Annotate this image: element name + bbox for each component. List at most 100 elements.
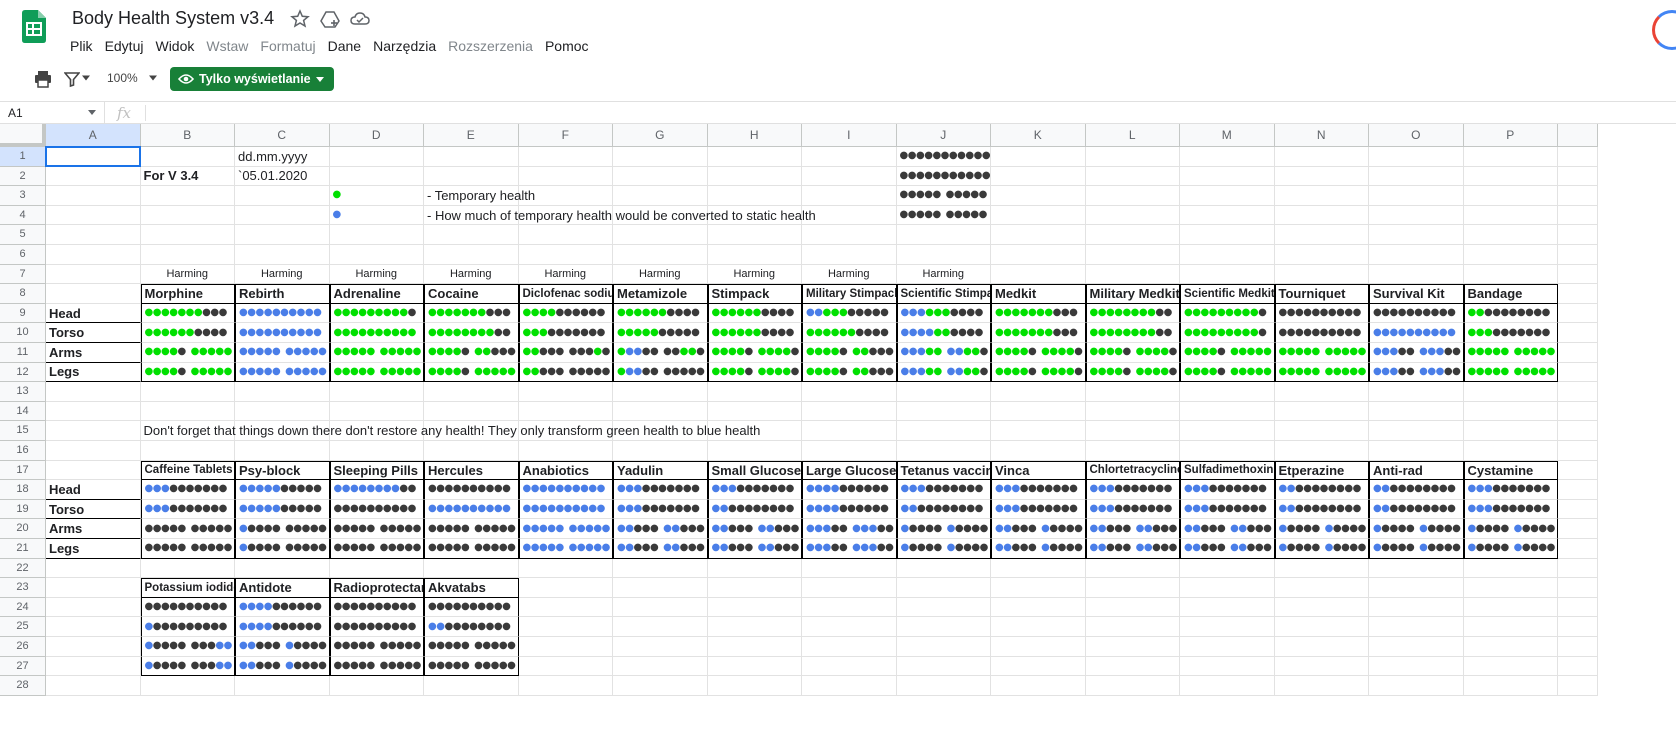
cell-p23[interactable]: [1463, 578, 1558, 598]
cell-a26[interactable]: [46, 637, 141, 657]
cell-q6[interactable]: [1558, 245, 1598, 265]
cell-j15[interactable]: [896, 421, 991, 441]
item-header[interactable]: Sulfadimethoxine: [1180, 460, 1275, 481]
item-header[interactable]: Sleeping Pills: [329, 460, 424, 481]
cell-m21[interactable]: ●●●●● ●●●●●: [1180, 539, 1275, 559]
cell-a24[interactable]: [46, 597, 141, 618]
sheets-logo-icon[interactable]: [22, 10, 46, 43]
cell-k11[interactable]: ●●●●● ●●●●●: [991, 343, 1086, 363]
cell-i5[interactable]: [802, 225, 897, 245]
cell-n5[interactable]: [1274, 225, 1369, 245]
cell-f10[interactable]: ●●●●●●●●●●: [518, 323, 613, 343]
cell-d14[interactable]: [329, 401, 424, 422]
item-header[interactable]: Hercules: [424, 460, 519, 481]
cell-h26[interactable]: [707, 637, 802, 657]
cell-h13[interactable]: [707, 382, 802, 402]
cell-o13[interactable]: [1369, 382, 1464, 402]
cell-a2[interactable]: [46, 166, 141, 187]
cell-b16[interactable]: [140, 441, 235, 461]
cell-o15[interactable]: [1369, 421, 1464, 441]
cell-o11[interactable]: ●●●●● ●●●●●: [1369, 343, 1464, 363]
body-part-label[interactable]: Torso: [46, 323, 141, 343]
cell-j3[interactable]: ●●●●● ●●●●●: [896, 186, 991, 206]
cell-g3[interactable]: [613, 186, 708, 206]
cell-a17[interactable]: [46, 460, 141, 481]
cell-m1[interactable]: [1180, 147, 1275, 167]
cell-p16[interactable]: [1463, 441, 1558, 461]
item-header[interactable]: Morphine: [140, 284, 235, 304]
cell-b24[interactable]: ●●●●●●●●●●: [140, 597, 235, 618]
cell-o2[interactable]: [1369, 166, 1464, 187]
cell-l25[interactable]: [1085, 617, 1180, 637]
cell-p6[interactable]: [1463, 245, 1558, 265]
item-header[interactable]: Anabiotics: [518, 460, 613, 481]
cell-i25[interactable]: [802, 617, 897, 637]
cell-g26[interactable]: [613, 637, 708, 657]
cell-f16[interactable]: [518, 441, 613, 461]
cell-c13[interactable]: [235, 382, 330, 402]
item-header[interactable]: Rebirth: [235, 284, 330, 304]
cell-a6[interactable]: [46, 245, 141, 265]
cell-g12[interactable]: ●●●●● ●●●●●: [613, 362, 708, 383]
cell-h1[interactable]: [707, 147, 802, 167]
row-header-1[interactable]: 1: [0, 147, 46, 167]
star-icon[interactable]: [290, 9, 310, 29]
cell-j23[interactable]: [896, 578, 991, 598]
cell-l6[interactable]: [1085, 245, 1180, 265]
cell-b12[interactable]: ●●●●● ●●●●●: [140, 362, 235, 383]
column-header-e[interactable]: E: [424, 124, 519, 147]
cell-i24[interactable]: [802, 597, 897, 618]
cell-h12[interactable]: ●●●●● ●●●●●: [707, 362, 802, 383]
cell-g23[interactable]: [613, 578, 708, 598]
cell-g28[interactable]: [613, 676, 708, 696]
cell-n22[interactable]: [1274, 558, 1369, 579]
cell-a1[interactable]: [46, 147, 141, 167]
cell-i10[interactable]: ●●●●●●●●●●: [802, 323, 897, 343]
cell-n11[interactable]: ●●●●● ●●●●●: [1274, 343, 1369, 363]
cell-q26[interactable]: [1558, 637, 1598, 657]
cell-q18[interactable]: [1558, 480, 1598, 500]
cell-o5[interactable]: [1369, 225, 1464, 245]
cell-n10[interactable]: ●●●●●●●●●●: [1274, 323, 1369, 343]
cell-m12[interactable]: ●●●●● ●●●●●: [1180, 362, 1275, 383]
cell-g27[interactable]: [613, 656, 708, 677]
cell-e12[interactable]: ●●●●● ●●●●●: [424, 362, 519, 383]
cell-m16[interactable]: [1180, 441, 1275, 461]
item-header[interactable]: Tetanus vaccine: [896, 460, 991, 481]
cell-h2[interactable]: [707, 166, 802, 187]
row-header-24[interactable]: 24: [0, 597, 46, 618]
cell-f23[interactable]: [518, 578, 613, 598]
cell-q10[interactable]: [1558, 323, 1598, 343]
row-header-8[interactable]: 8: [0, 284, 46, 304]
row-header-25[interactable]: 25: [0, 617, 46, 637]
cell-q2[interactable]: [1558, 166, 1598, 187]
cell-j20[interactable]: ●●●●● ●●●●●: [896, 519, 991, 539]
cell-m20[interactable]: ●●●●● ●●●●●: [1180, 519, 1275, 539]
cell-f21[interactable]: ●●●●● ●●●●●: [518, 539, 613, 559]
cell-n24[interactable]: [1274, 597, 1369, 618]
cell-e11[interactable]: ●●●●● ●●●●●: [424, 343, 519, 363]
menu-item-plik[interactable]: Plik: [64, 36, 99, 56]
cell-c20[interactable]: ●●●●● ●●●●●: [235, 519, 330, 539]
cell-c11[interactable]: ●●●●● ●●●●●: [235, 343, 330, 363]
cell-c24[interactable]: ●●●●●●●●●●: [235, 597, 330, 618]
cell-o27[interactable]: [1369, 656, 1464, 677]
body-part-label[interactable]: Head: [46, 303, 141, 324]
item-header[interactable]: Large Glucose: [802, 460, 897, 481]
cell-c1[interactable]: dd.mm.yyyy: [235, 147, 330, 167]
cell-d25[interactable]: ●●●●●●●●●●: [329, 617, 424, 637]
cell-p19[interactable]: ●●●●●●●●●●: [1463, 499, 1558, 520]
cell-e10[interactable]: ●●●●●●●●●●: [424, 323, 519, 343]
cell-d19[interactable]: ●●●●●●●●●●: [329, 499, 424, 520]
cell-j1[interactable]: ●●●●●●●●●●●: [896, 147, 991, 167]
cell-d2[interactable]: [329, 166, 424, 187]
cell-j16[interactable]: [896, 441, 991, 461]
sheet-grid[interactable]: ABCDEFGHIJKLMNOP 1 2 3 4 5 6 7 8 9 10 11 12 13 14 15 16…: [0, 124, 1676, 737]
body-part-label[interactable]: Arms: [46, 519, 141, 539]
cell-c10[interactable]: ●●●●●●●●●●: [235, 323, 330, 343]
column-header-c[interactable]: C: [235, 124, 330, 147]
cell-c12[interactable]: ●●●●● ●●●●●: [235, 362, 330, 383]
filter-icon[interactable]: [64, 70, 80, 88]
cell-l28[interactable]: [1085, 676, 1180, 696]
cell-n20[interactable]: ●●●●● ●●●●●: [1274, 519, 1369, 539]
